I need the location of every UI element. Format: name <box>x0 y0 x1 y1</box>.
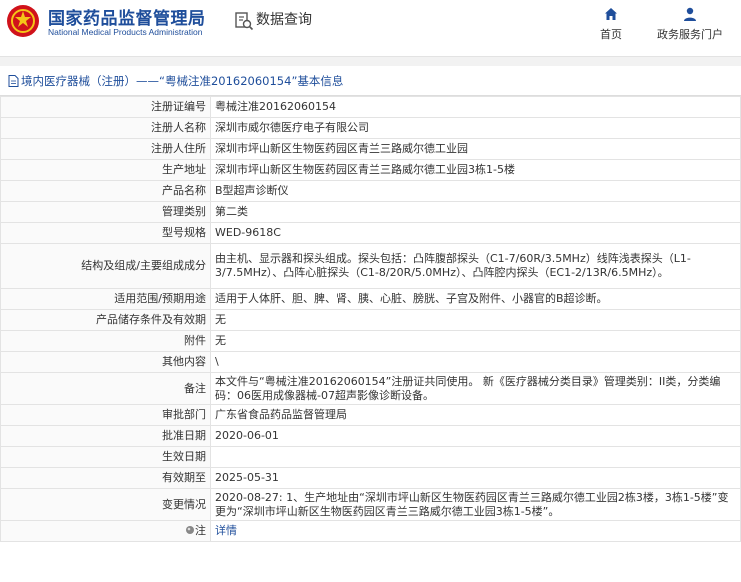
page-title: 数据查询 <box>256 12 312 28</box>
row-label: 适用范围/预期用途 <box>0 288 211 310</box>
nav-home[interactable]: 首页 <box>590 6 632 46</box>
row-label: 生产地址 <box>0 159 211 181</box>
national-emblem-icon <box>7 5 39 37</box>
row-label: 生效日期 <box>0 446 211 468</box>
row-label: 批准日期 <box>0 425 211 447</box>
user-icon <box>684 7 696 21</box>
brand-name-en[interactable]: National Medical Products Administration <box>48 27 203 37</box>
brand-name-cn[interactable]: 国家药品监督管理局 <box>48 4 206 29</box>
table-row: 附件 无 <box>0 330 741 352</box>
row-value: 无 <box>210 309 741 331</box>
row-value: 深圳市坪山新区生物医药园区青兰三路威尔德工业园3栋1-5楼 <box>210 159 741 181</box>
row-value: 本文件与“粤械注准20162060154”注册证共同使用。 新《医疗器械分类目录… <box>210 372 741 405</box>
row-label: 注 <box>195 524 206 537</box>
row-label: 产品名称 <box>0 180 211 202</box>
table-row: 产品储存条件及有效期 无 <box>0 309 741 331</box>
table-row: 型号规格 WED-9618C <box>0 222 741 244</box>
row-label: 管理类别 <box>0 201 211 223</box>
row-value: 2020-08-27: 1、生产地址由“深圳市坪山新区生物医药园区青兰三路威尔德… <box>210 488 741 521</box>
row-value: \ <box>210 351 741 373</box>
table-row: 产品名称 B型超声诊断仪 <box>0 180 741 202</box>
table-row: 批准日期 2020-06-01 <box>0 425 741 447</box>
pin-icon <box>186 526 194 534</box>
breadcrumb-text: 境内医疗器械（注册）——“粤械注准20162060154”基本信息 <box>21 73 344 88</box>
row-label: 注册人名称 <box>0 117 211 139</box>
row-value: 适用于人体肝、胆、脾、肾、胰、心脏、膀胱、子宫及附件、小器官的B超诊断。 <box>210 288 741 310</box>
row-value: 深圳市坪山新区生物医药园区青兰三路威尔德工业园 <box>210 138 741 160</box>
site-header: 国家药品监督管理局 National Medical Products Admi… <box>0 0 741 56</box>
note-label-cell: 注 <box>0 520 211 542</box>
details-cell: 详情 <box>210 520 741 542</box>
row-value: 深圳市威尔德医疗电子有限公司 <box>210 117 741 139</box>
table-row: 变更情况 2020-08-27: 1、生产地址由“深圳市坪山新区生物医药园区青兰… <box>0 488 741 521</box>
table-row: 审批部门 广东省食品药品监督管理局 <box>0 404 741 426</box>
table-row: 适用范围/预期用途 适用于人体肝、胆、脾、肾、胰、心脏、膀胱、子宫及附件、小器官… <box>0 288 741 310</box>
registration-info-table: 注册证编号 粤械注准20162060154 注册人名称 深圳市威尔德医疗电子有限… <box>0 96 741 542</box>
table-row: 其他内容 \ <box>0 351 741 373</box>
row-label: 审批部门 <box>0 404 211 426</box>
row-value: 2025-05-31 <box>210 467 741 489</box>
row-value: 粤械注准20162060154 <box>210 96 741 118</box>
document-icon <box>8 74 19 87</box>
nav-government-service[interactable]: 政务服务门户 <box>645 6 735 46</box>
table-row: 备注 本文件与“粤械注准20162060154”注册证共同使用。 新《医疗器械分… <box>0 372 741 405</box>
row-value: 由主机、显示器和探头组成。探头包括：凸阵腹部探头（C1-7/60R/3.5MHz… <box>210 243 741 289</box>
row-label: 附件 <box>0 330 211 352</box>
row-label: 有效期至 <box>0 467 211 489</box>
nav-home-label: 首页 <box>600 28 622 41</box>
row-value: B型超声诊断仪 <box>210 180 741 202</box>
row-label: 备注 <box>0 372 211 405</box>
table-row: 注 详情 <box>0 520 741 542</box>
row-label: 变更情况 <box>0 488 211 521</box>
row-value: 2020-06-01 <box>210 425 741 447</box>
row-label: 其他内容 <box>0 351 211 373</box>
table-row: 管理类别 第二类 <box>0 201 741 223</box>
row-value: WED-9618C <box>210 222 741 244</box>
header-divider <box>0 56 741 66</box>
table-row: 注册人名称 深圳市威尔德医疗电子有限公司 <box>0 117 741 139</box>
table-row: 注册人住所 深圳市坪山新区生物医药园区青兰三路威尔德工业园 <box>0 138 741 160</box>
row-value <box>210 446 741 468</box>
details-link[interactable]: 详情 <box>215 524 237 537</box>
table-row: 生产地址 深圳市坪山新区生物医药园区青兰三路威尔德工业园3栋1-5楼 <box>0 159 741 181</box>
row-value: 无 <box>210 330 741 352</box>
table-row: 生效日期 <box>0 446 741 468</box>
breadcrumb: 境内医疗器械（注册）——“粤械注准20162060154”基本信息 <box>0 66 741 96</box>
row-value: 广东省食品药品监督管理局 <box>210 404 741 426</box>
data-query-icon <box>235 12 254 31</box>
row-label: 注册证编号 <box>0 96 211 118</box>
table-row: 有效期至 2025-05-31 <box>0 467 741 489</box>
table-row: 注册证编号 粤械注准20162060154 <box>0 96 741 118</box>
row-label: 注册人住所 <box>0 138 211 160</box>
row-label: 结构及组成/主要组成成分 <box>0 243 211 289</box>
row-value: 第二类 <box>210 201 741 223</box>
home-icon <box>605 8 617 20</box>
row-label: 产品储存条件及有效期 <box>0 309 211 331</box>
nav-government-service-label: 政务服务门户 <box>657 28 723 41</box>
row-label: 型号规格 <box>0 222 211 244</box>
table-row: 结构及组成/主要组成成分 由主机、显示器和探头组成。探头包括：凸阵腹部探头（C1… <box>0 243 741 289</box>
